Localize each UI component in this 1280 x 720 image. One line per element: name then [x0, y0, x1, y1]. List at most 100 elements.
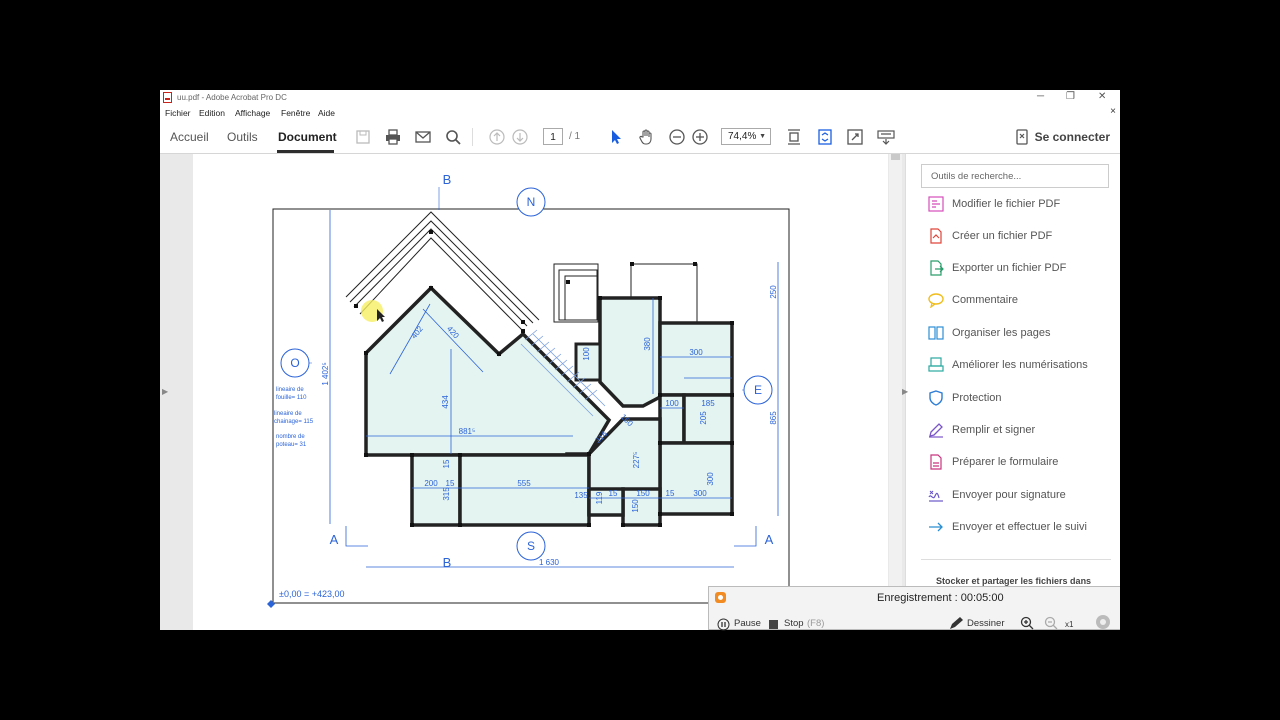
vertical-scrollbar[interactable]	[889, 154, 902, 630]
acrobat-window: uu.pdf - Adobe Acrobat Pro DC ─ ❐ ✕ Fich…	[160, 90, 1120, 630]
dim-380: 380	[643, 337, 652, 351]
pause-button[interactable]: Pause	[734, 618, 761, 629]
section-mark-top: B	[443, 172, 452, 187]
note-line-4: chainage= 115	[274, 419, 314, 425]
menu-affichage[interactable]: Affichage	[235, 108, 270, 118]
search-icon[interactable]	[444, 128, 462, 146]
save-icon[interactable]	[354, 128, 372, 146]
fit-page-icon[interactable]	[816, 128, 834, 146]
next-page-icon[interactable]	[511, 128, 529, 146]
tool-label: Envoyer pour signature	[952, 489, 1066, 501]
minimize-button[interactable]: ─	[1037, 91, 1044, 102]
zoom-out-icon[interactable]	[668, 128, 686, 146]
stop-button[interactable]: Stop	[784, 618, 804, 629]
recording-time: Enregistrement : 00:05:00	[877, 592, 1004, 604]
active-tab-indicator	[277, 150, 334, 153]
close-window-button[interactable]: ✕	[1098, 91, 1106, 102]
draw-button[interactable]: Dessiner	[967, 618, 1005, 629]
prev-page-icon[interactable]	[488, 128, 506, 146]
elevation-label: ±0,00 = +423,00	[279, 589, 345, 599]
panel-collapse-toggle[interactable]: ▶	[902, 387, 908, 396]
send-track-icon	[929, 522, 943, 532]
select-arrow-icon[interactable]	[607, 128, 625, 146]
dim-15-c: 15	[609, 489, 618, 498]
mobile-link-icon[interactable]	[1013, 128, 1031, 146]
menu-aide[interactable]: Aide	[318, 108, 335, 118]
menu-fichier[interactable]: Fichier	[165, 108, 191, 118]
dim-300-right: 300	[706, 472, 715, 486]
dim-185: 185	[701, 399, 715, 408]
tab-outils[interactable]: Outils	[227, 130, 258, 144]
dim-200: 200	[424, 479, 438, 488]
stop-icon[interactable]	[769, 618, 779, 636]
zoom-select[interactable]: 74,4% ▼	[721, 128, 771, 145]
print-icon[interactable]	[384, 128, 402, 146]
dim-total-height: 1 402⁵	[321, 362, 330, 385]
pause-icon[interactable]	[717, 618, 730, 636]
dim-555: 555	[517, 479, 531, 488]
keyboard-icon[interactable]	[877, 128, 895, 146]
mail-icon[interactable]	[414, 128, 432, 146]
compass-north: N	[527, 195, 536, 209]
sign-in-link[interactable]: Se connecter	[1035, 130, 1110, 144]
dim-15-a: 15	[446, 479, 455, 488]
compass-east: E	[754, 383, 762, 397]
tool-creer-pdf[interactable]: Créer un fichier PDF	[928, 228, 1118, 246]
dim-15-d: 15	[666, 489, 675, 498]
tool-modifier-pdf[interactable]: Modifier le fichier PDF	[928, 196, 1118, 214]
tool-label: Organiser les pages	[952, 327, 1051, 339]
dim-100: 100	[665, 399, 679, 408]
toolbar-divider	[472, 128, 473, 146]
tool-preparer-formulaire[interactable]: Préparer le formulaire	[928, 454, 1118, 472]
tool-commentaire[interactable]: Commentaire	[928, 292, 1118, 310]
page-number-input[interactable]: 1	[543, 128, 563, 145]
tool-label: Préparer le formulaire	[952, 456, 1059, 468]
tool-envoyer-signature[interactable]: Envoyer pour signature	[928, 487, 1118, 505]
close-document-button[interactable]: ×	[1110, 106, 1116, 117]
note-line-6: poteau= 31	[276, 442, 307, 448]
dim-150-b: 150	[631, 499, 640, 513]
zoom-in-recorder-icon[interactable]	[1020, 616, 1036, 635]
menu-edition[interactable]: Edition	[199, 108, 225, 118]
create-pdf-icon	[930, 228, 942, 244]
restore-button[interactable]: ❐	[1066, 91, 1075, 102]
zoom-out-recorder-icon[interactable]	[1044, 616, 1060, 635]
fullscreen-icon[interactable]	[846, 128, 864, 146]
tool-label: Commentaire	[952, 294, 1019, 306]
tool-label: Améliorer les numérisations	[952, 359, 1088, 371]
tool-exporter-pdf[interactable]: Exporter un fichier PDF	[928, 260, 1118, 278]
recorder-logo-icon	[715, 592, 726, 603]
left-panel-toggle[interactable]: ▶	[162, 387, 168, 396]
edit-pdf-icon	[928, 196, 944, 212]
stop-shortcut: (F8)	[807, 618, 825, 629]
dim-119: 119	[595, 491, 604, 504]
webcam-icon[interactable]	[1095, 614, 1111, 635]
tool-envoyer-suivi[interactable]: Envoyer et effectuer le suivi	[928, 519, 1118, 537]
note-line-2: fouille= 110	[276, 395, 307, 401]
menu-fenetre[interactable]: Fenêtre	[281, 108, 310, 118]
hand-icon[interactable]	[638, 128, 656, 146]
tool-remplir-signer[interactable]: Remplir et signer	[928, 422, 1118, 440]
floor-plan-drawing: N S O E B B A A 1 402⁵ 250 865 1 630 402…	[267, 172, 790, 608]
tool-protection[interactable]: Protection	[928, 390, 1118, 408]
section-mark-left: A	[330, 532, 339, 547]
tool-label: Remplir et signer	[952, 424, 1036, 436]
note-line-5: nombre de	[276, 434, 305, 440]
dim-315: 315	[442, 487, 451, 501]
fit-width-icon[interactable]	[785, 128, 803, 146]
tool-ameliorer-numerisations[interactable]: Améliorer les numérisations	[928, 357, 1118, 375]
panel-footer-text: Stocker et partager les fichiers dans	[936, 576, 1092, 586]
menu-bar: Fichier Edition Affichage Fenêtre Aide ×	[160, 106, 1120, 120]
window-title: uu.pdf - Adobe Acrobat Pro DC	[177, 93, 287, 102]
tool-label: Modifier le fichier PDF	[952, 198, 1061, 210]
tab-accueil[interactable]: Accueil	[170, 130, 209, 144]
tab-document[interactable]: Document	[278, 130, 337, 144]
form-icon	[930, 454, 942, 470]
tool-organiser-pages[interactable]: Organiser les pages	[928, 325, 1118, 343]
tools-search-input[interactable]: Outils de recherche...	[921, 164, 1109, 188]
zoom-in-icon[interactable]	[691, 128, 709, 146]
dim-total-width: 1 630	[539, 558, 560, 567]
pencil-icon[interactable]	[949, 616, 965, 635]
panel-divider	[921, 559, 1111, 560]
scroll-thumb[interactable]	[891, 154, 900, 160]
